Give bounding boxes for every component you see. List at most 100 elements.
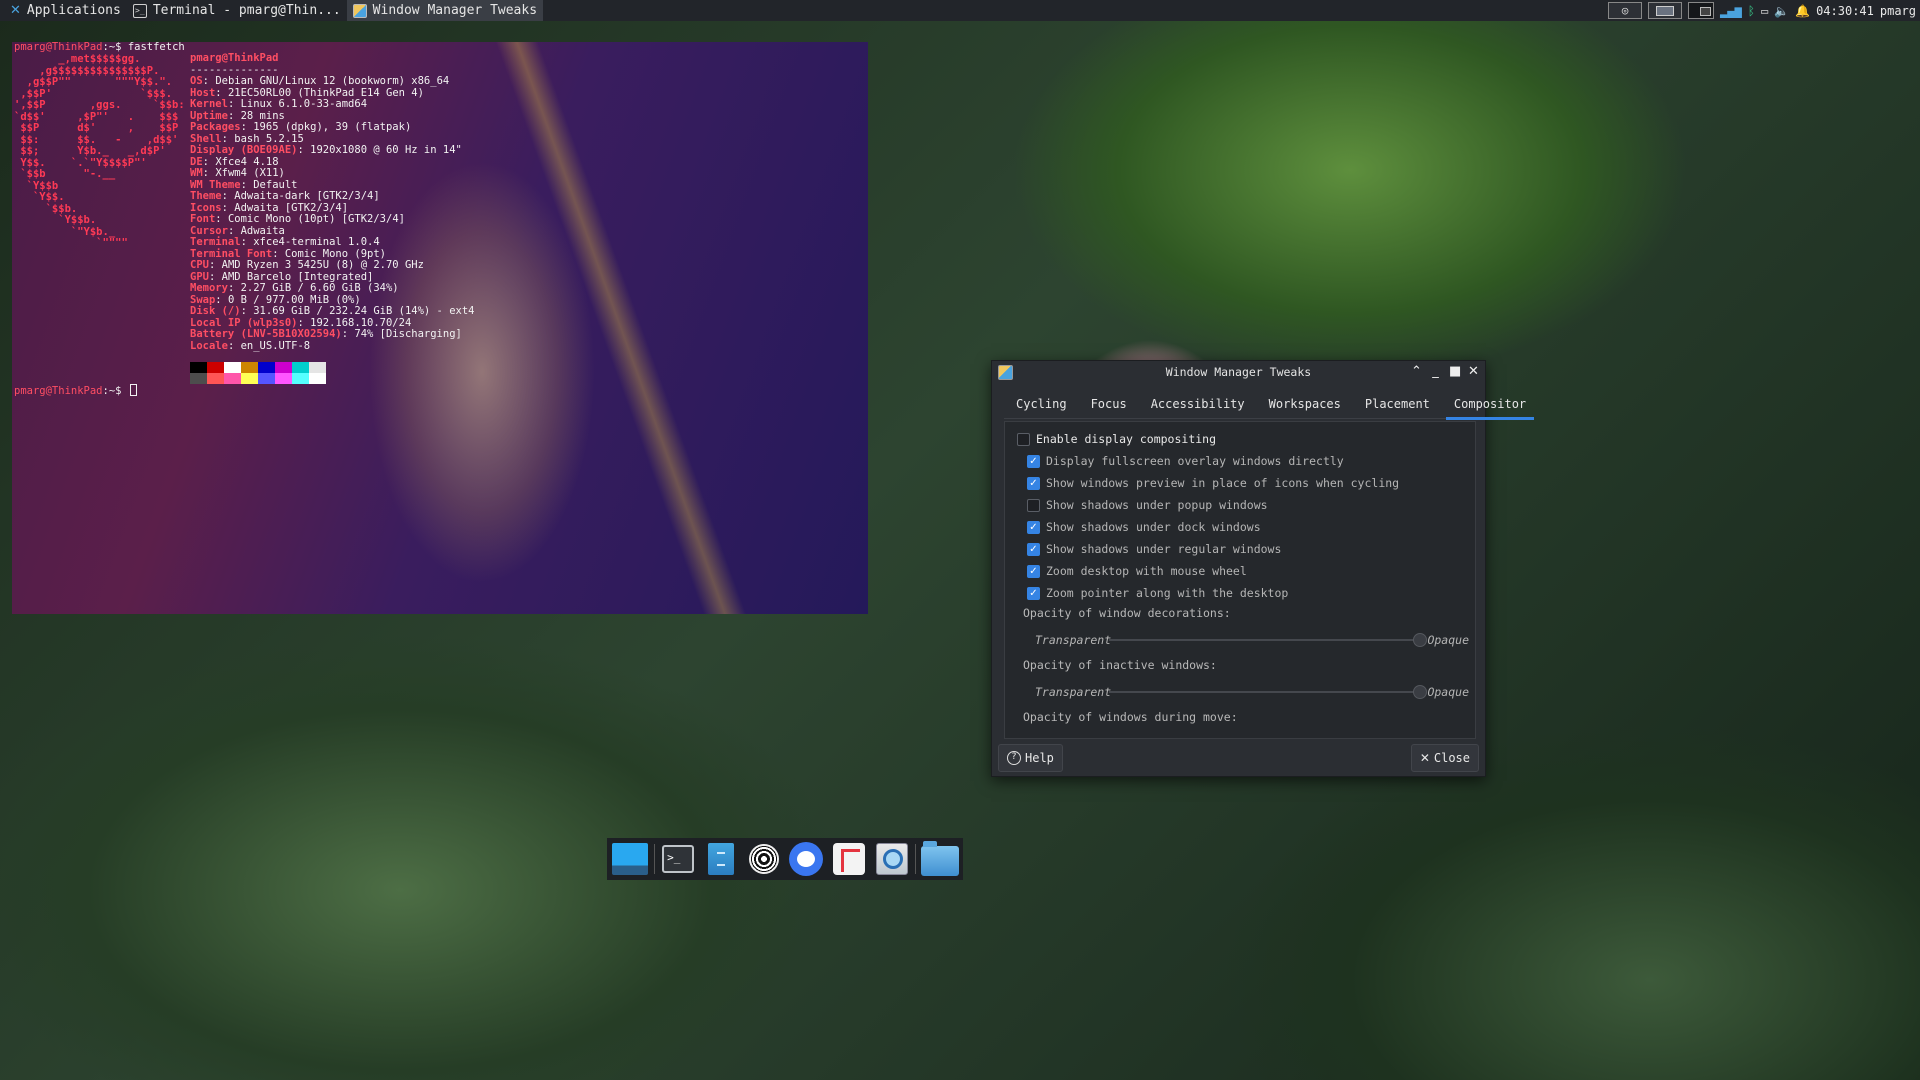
enable-compositing-row[interactable]: Enable display compositing	[1017, 432, 1216, 446]
xfce-logo-icon: ✕	[10, 3, 21, 18]
terminal-cursor	[129, 384, 137, 396]
info-key: Host	[190, 86, 216, 99]
file-cabinet-launcher[interactable]	[700, 839, 743, 879]
info-key: CPU	[190, 259, 209, 271]
notification-bell-icon[interactable]: 🔔	[1795, 4, 1810, 18]
network-signal-icon[interactable]: ▂▄▆	[1720, 4, 1742, 18]
prompt-user: pmarg@ThinkPad	[14, 42, 103, 53]
compositor-option-row[interactable]: ✓ Show shadows under regular windows	[1027, 542, 1281, 556]
tab-placement[interactable]: Placement	[1353, 391, 1442, 419]
palette-swatch	[275, 362, 292, 373]
tor-tray-icon[interactable]: ◎	[1608, 2, 1643, 19]
clock[interactable]: 04:30:41	[1816, 4, 1874, 18]
slider-knob[interactable]	[1413, 633, 1427, 647]
compositor-option-checkbox[interactable]: ✓	[1027, 476, 1040, 490]
workspace-1[interactable]	[1648, 2, 1683, 19]
dialog-titlebar[interactable]: Window Manager Tweaks ⌃ _ ■ ✕	[992, 361, 1485, 383]
palette-swatch	[224, 373, 241, 384]
info-key: Theme	[190, 190, 222, 202]
info-value: 21EC50RL00 (ThinkPad E14 Gen 4)	[227, 86, 424, 99]
compositor-option-row[interactable]: ✓ Show windows preview in place of icons …	[1027, 476, 1399, 490]
info-key: Uptime	[190, 109, 228, 122]
compositor-option-row[interactable]: Show shadows under popup windows	[1027, 498, 1268, 512]
enable-compositing-label: Enable display compositing	[1036, 432, 1217, 446]
palette-swatch	[224, 362, 241, 373]
palette-swatch	[207, 373, 224, 384]
signal-launcher[interactable]	[785, 839, 828, 879]
applications-menu[interactable]: ✕ Applications	[4, 0, 127, 21]
slider-track[interactable]	[1109, 639, 1421, 641]
info-key: WM Theme	[190, 178, 241, 191]
palette-swatch	[190, 373, 207, 384]
info-key: Terminal	[190, 236, 241, 248]
minimize-icon[interactable]: _	[1430, 364, 1441, 380]
opacity-inactive-slider[interactable]: Transparent Opaque	[1035, 684, 1471, 700]
bluetooth-icon[interactable]: ᛒ	[1748, 4, 1755, 18]
tab-cycling[interactable]: Cycling	[1004, 391, 1079, 419]
app-finder-icon	[875, 843, 908, 875]
shade-icon[interactable]: ⌃	[1411, 364, 1422, 380]
info-key: Shell	[190, 132, 222, 145]
slider-track[interactable]	[1109, 691, 1421, 693]
battery-icon[interactable]: ▭	[1761, 4, 1768, 18]
compositor-option-checkbox[interactable]	[1027, 498, 1040, 512]
user-menu[interactable]: pmarg	[1880, 4, 1916, 18]
flag-app-icon	[833, 843, 866, 875]
close-label: Close	[1433, 751, 1470, 765]
palette-swatch	[275, 373, 292, 384]
window-manager-tweaks-icon	[998, 365, 1013, 380]
info-key: Cursor	[190, 224, 228, 237]
flag-app-launcher[interactable]	[828, 839, 871, 879]
slider-min-label: Transparent	[1035, 685, 1112, 699]
close-icon[interactable]: ✕	[1468, 364, 1479, 380]
tab-accessibility[interactable]: Accessibility	[1139, 391, 1257, 419]
taskbar-item-terminal[interactable]: >_ Terminal - pmarg@Thin...	[127, 0, 347, 21]
compositor-option-checkbox[interactable]: ✓	[1027, 454, 1040, 468]
taskbar-item-wm-tweaks[interactable]: Window Manager Tweaks	[346, 0, 544, 21]
opacity-decorations-slider[interactable]: Transparent Opaque	[1035, 632, 1471, 648]
slider-knob[interactable]	[1413, 685, 1427, 699]
terminal-window[interactable]: pmarg@ThinkPad:~$ fastfetch _,met$$$$$gg…	[12, 42, 868, 614]
workspace-2[interactable]	[1688, 2, 1715, 19]
window-controls: ⌃ _ ■ ✕	[1411, 364, 1479, 380]
folder-launcher[interactable]	[918, 839, 961, 879]
close-button[interactable]: ✕ Close	[1410, 744, 1479, 772]
palette-swatch	[258, 362, 275, 373]
compositor-option-label: Zoom desktop with mouse wheel	[1046, 564, 1247, 578]
tab-workspaces[interactable]: Workspaces	[1257, 391, 1353, 419]
info-value: bash 5.2.15	[234, 132, 304, 145]
info-value: Comic Mono (9pt)	[284, 247, 386, 260]
show-desktop-launcher[interactable]	[609, 839, 652, 879]
info-value: Default	[253, 178, 298, 191]
compositor-option-checkbox[interactable]: ✓	[1027, 542, 1040, 556]
help-button[interactable]: ? Help	[998, 744, 1063, 772]
compositor-option-row[interactable]: ✓ Show shadows under dock windows	[1027, 520, 1261, 534]
compositor-option-checkbox[interactable]: ✓	[1027, 564, 1040, 578]
info-value: 2.27 GiB / 6.60 GiB (34%)	[240, 282, 399, 294]
compositor-option-checkbox[interactable]: ✓	[1027, 586, 1040, 600]
tor-browser-launcher[interactable]	[742, 839, 785, 879]
compositor-option-label: Zoom pointer along with the desktop	[1046, 586, 1289, 600]
info-key: Icons	[190, 201, 222, 214]
info-value: 1965 (dpkg), 39 (flatpak)	[253, 121, 412, 133]
compositor-option-checkbox[interactable]: ✓	[1027, 520, 1040, 534]
info-key: Kernel	[190, 98, 228, 110]
app-finder-launcher[interactable]	[871, 839, 914, 879]
tab-compositor[interactable]: Compositor	[1442, 391, 1538, 420]
volume-icon[interactable]: 🔈	[1774, 4, 1789, 18]
debian-ascii-logo: _,met$$$$$gg. ,g$$$$$$$$$$$$$$$P. ,g$$P"…	[14, 53, 185, 249]
dock-separator	[653, 844, 655, 874]
prompt-path: :~$	[102, 42, 122, 53]
info-value: Debian GNU/Linux 12 (bookworm) x86_64	[215, 75, 450, 87]
tab-bar: Cycling Focus Accessibility Workspaces Place…	[1004, 391, 1535, 420]
maximize-icon[interactable]: ■	[1449, 364, 1461, 380]
compositor-option-row[interactable]: ✓ Display fullscreen overlay windows dire…	[1027, 454, 1344, 468]
compositor-option-row[interactable]: ✓ Zoom pointer along with the desktop	[1027, 586, 1288, 600]
tab-focus[interactable]: Focus	[1079, 391, 1139, 419]
terminal-launcher[interactable]: >_	[657, 839, 700, 879]
compositor-option-row[interactable]: ✓ Zoom desktop with mouse wheel	[1027, 564, 1247, 578]
file-cabinet-icon	[707, 843, 734, 875]
enable-compositing-checkbox[interactable]	[1017, 432, 1030, 446]
taskbar-item-label: Terminal - pmarg@Thin...	[152, 3, 341, 18]
info-key: DE	[190, 155, 203, 168]
